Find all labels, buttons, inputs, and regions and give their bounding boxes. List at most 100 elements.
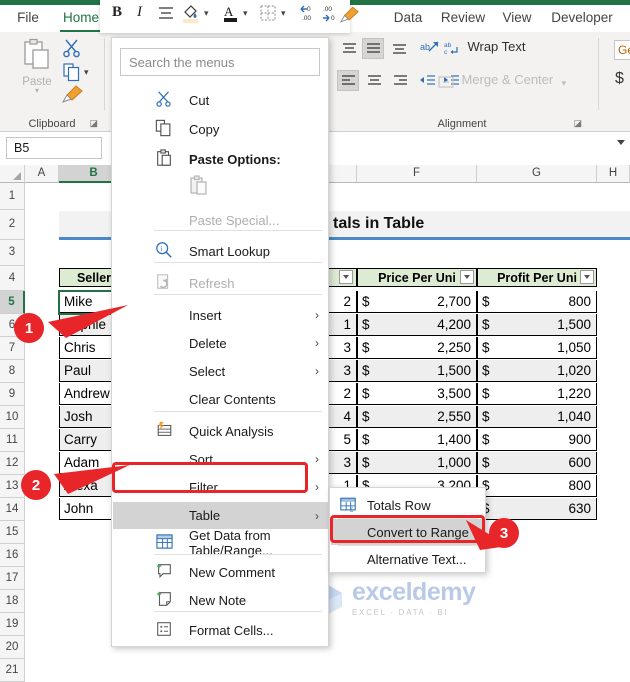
table-cell-price[interactable]: $4,200 (357, 314, 477, 336)
table-cell-price[interactable]: $3,500 (357, 383, 477, 405)
tab-data[interactable]: Data (388, 5, 428, 32)
select-all-corner[interactable] (0, 165, 25, 183)
menu-item-delete[interactable]: Delete › (113, 330, 329, 356)
align-button[interactable] (158, 6, 174, 25)
paste-dropdown-caret[interactable]: ▾ (14, 87, 60, 95)
cut-button[interactable] (62, 38, 82, 63)
table-cell-profit-per-unit[interactable]: $800 (477, 291, 597, 313)
table-cell-profit-per-unit[interactable]: $1,220 (477, 383, 597, 405)
filter-dropdown-profit-per-unit[interactable] (580, 270, 594, 284)
tab-view[interactable]: View (496, 5, 538, 32)
bold-button[interactable]: B (112, 4, 122, 21)
column-header-h[interactable]: H (597, 165, 630, 183)
align-right-button[interactable] (389, 70, 411, 91)
increase-decimal-button[interactable]: .00 0 (321, 4, 341, 29)
table-cell-price[interactable]: $1,400 (357, 429, 477, 451)
menu-item-refresh[interactable]: Refresh (113, 270, 329, 296)
row-header-8[interactable]: 8 (0, 360, 25, 383)
table-cell-price[interactable]: $1,500 (357, 360, 477, 382)
table-cell-price[interactable]: $2,700 (357, 291, 477, 313)
table-cell-price[interactable]: $2,550 (357, 406, 477, 428)
align-center-button[interactable] (363, 70, 385, 91)
table-cell-price[interactable]: $1,000 (357, 452, 477, 474)
table-cell-profit-per-unit[interactable]: $600 (477, 452, 597, 474)
row-header-17[interactable]: 17 (0, 567, 25, 590)
menu-item-new-comment[interactable]: New Comment (113, 559, 329, 585)
align-bottom-button[interactable] (388, 38, 410, 59)
row-header-9[interactable]: 9 (0, 383, 25, 406)
format-painter-mini-button[interactable] (339, 5, 360, 29)
align-middle-button[interactable] (362, 38, 384, 59)
menu-item-smart-lookup[interactable]: i Smart Lookup (113, 238, 329, 264)
row-header-3[interactable]: 3 (0, 240, 25, 266)
menu-item-format-cells[interactable]: Format Cells... (113, 617, 329, 643)
format-painter-button[interactable] (61, 84, 84, 109)
borders-caret[interactable]: ▾ (281, 8, 286, 19)
fill-color-caret[interactable]: ▾ (204, 8, 209, 19)
decrease-indent-button[interactable] (416, 70, 438, 91)
row-header-4[interactable]: 4 (0, 266, 25, 291)
fill-color-button[interactable] (182, 4, 199, 29)
menu-item-cut[interactable]: Cut (113, 87, 329, 113)
italic-button[interactable]: I (137, 4, 142, 21)
search-menus-input[interactable]: Search the menus (120, 48, 320, 76)
clipboard-dialog-launcher[interactable]: ◪ (89, 118, 98, 129)
row-header-11[interactable]: 11 (0, 429, 25, 452)
row-header-5[interactable]: 5 (0, 291, 25, 314)
filter-dropdown-price[interactable] (460, 270, 474, 284)
merge-center-button[interactable]: Merge & Center ▾ (438, 72, 566, 91)
row-header-14[interactable]: 14 (0, 498, 25, 521)
tab-review[interactable]: Review (436, 5, 490, 32)
row-header-10[interactable]: 10 (0, 406, 25, 429)
row-header-16[interactable]: 16 (0, 544, 25, 567)
row-header-1[interactable]: 1 (0, 183, 25, 210)
table-cell-profit-per-unit[interactable]: $1,500 (477, 314, 597, 336)
tab-file[interactable]: File (8, 5, 48, 32)
column-header-g[interactable]: G (477, 165, 597, 183)
menu-item-insert[interactable]: Insert › (113, 302, 329, 328)
menu-item-paste-preview[interactable] (113, 172, 329, 198)
alignment-dialog-launcher[interactable]: ◪ (573, 118, 582, 129)
font-color-caret[interactable]: ▾ (243, 8, 248, 19)
menu-item-clear-contents[interactable]: Clear Contents (113, 386, 329, 412)
menu-item-new-note[interactable]: New Note (113, 587, 329, 613)
column-header-f[interactable]: F (357, 165, 477, 183)
row-header-20[interactable]: 20 (0, 636, 25, 659)
table-cell-profit-per-unit[interactable]: $1,040 (477, 406, 597, 428)
table-cell-profit-per-unit[interactable]: $1,050 (477, 337, 597, 359)
table-cell-profit-per-unit[interactable]: $1,020 (477, 360, 597, 382)
wrap-text-button[interactable]: ab c Wrap Text (444, 39, 526, 58)
number-format-select[interactable]: General (614, 40, 630, 60)
tab-home[interactable]: Home (56, 5, 106, 32)
currency-format-button[interactable]: $ (615, 70, 624, 88)
paste-button[interactable]: Paste ▾ (14, 38, 60, 95)
submenu-item-totals-row[interactable]: Σ Totals Row (331, 492, 486, 518)
name-box[interactable]: B5 (6, 137, 102, 159)
menu-item-quick-analysis[interactable]: Quick Analysis (113, 418, 329, 444)
row-header-2[interactable]: 2 (0, 210, 25, 240)
align-top-button[interactable] (338, 38, 360, 59)
row-header-18[interactable]: 18 (0, 590, 25, 613)
menu-item-select[interactable]: Select › (113, 358, 329, 384)
table-cell-price[interactable]: $2,250 (357, 337, 477, 359)
name-box-dropdown-caret[interactable] (617, 140, 625, 145)
merge-center-caret[interactable]: ▾ (562, 78, 567, 88)
decrease-decimal-button[interactable]: 0 .00 (298, 4, 318, 29)
row-header-12[interactable]: 12 (0, 452, 25, 475)
context-menu[interactable]: Search the menus Cut Copy Paste Options:… (111, 37, 329, 647)
column-header-a[interactable]: A (25, 165, 59, 183)
row-header-19[interactable]: 19 (0, 613, 25, 636)
menu-item-copy[interactable]: Copy (113, 116, 329, 142)
menu-item-table[interactable]: Table › (113, 502, 329, 529)
table-cell-profit-per-unit[interactable]: $800 (477, 475, 597, 497)
table-cell-profit-per-unit[interactable]: $900 (477, 429, 597, 451)
copy-dropdown-caret[interactable]: ▾ (84, 67, 89, 78)
menu-item-get-data[interactable]: Get Data from Table/Range... (113, 528, 329, 558)
row-header-21[interactable]: 21 (0, 659, 25, 682)
orientation-button[interactable]: ab (418, 37, 442, 58)
tab-developer[interactable]: Developer (544, 5, 620, 32)
borders-button[interactable] (260, 5, 276, 26)
align-left-button[interactable] (337, 70, 359, 91)
filter-dropdown-profit[interactable] (339, 270, 353, 284)
row-header-15[interactable]: 15 (0, 521, 25, 544)
